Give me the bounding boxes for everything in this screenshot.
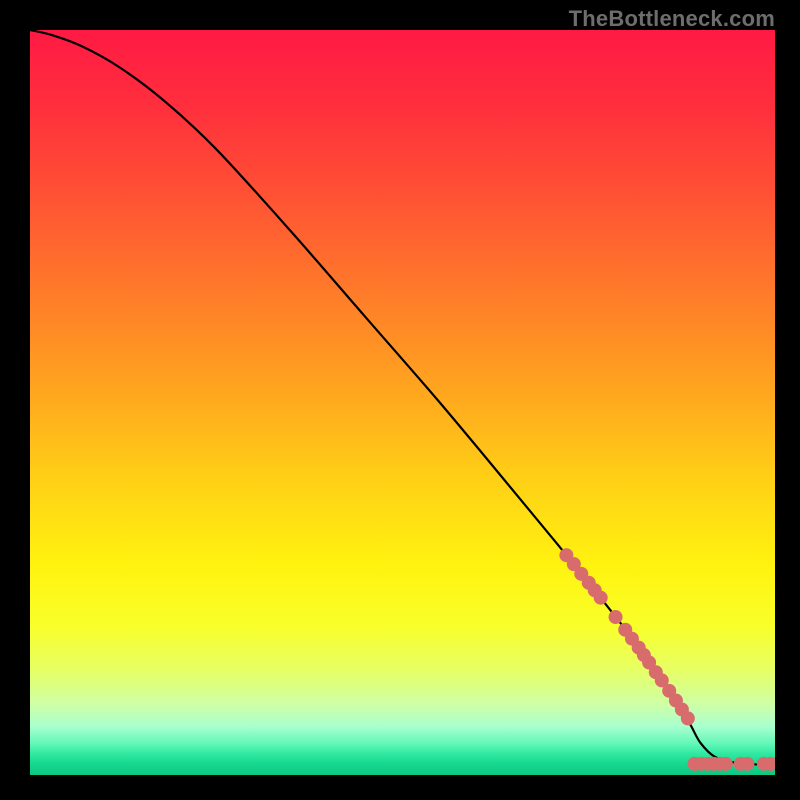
data-point [609,610,623,624]
data-point [740,757,754,771]
curve-line [30,30,775,765]
data-point [681,711,695,725]
chart-root: TheBottleneck.com [0,0,800,800]
data-point [719,757,733,771]
plot-area [30,30,775,775]
scatter-markers [559,548,775,771]
data-overlay [30,30,775,775]
watermark-text: TheBottleneck.com [569,6,775,32]
data-point [594,591,608,605]
